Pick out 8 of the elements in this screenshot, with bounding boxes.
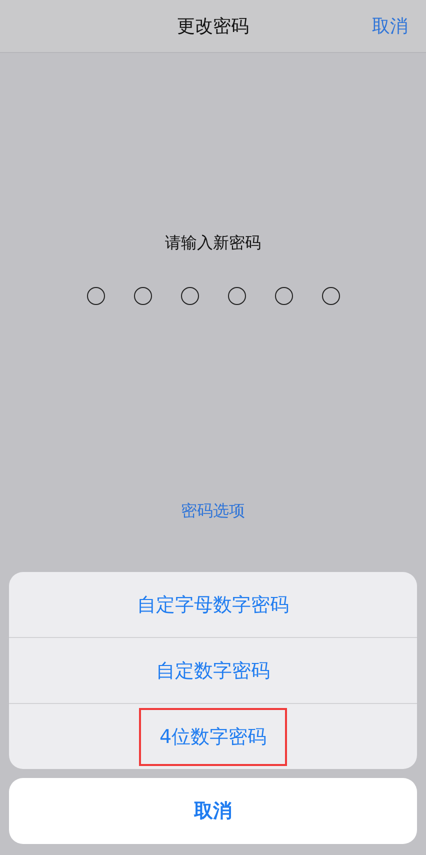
prompt-text: 请输入新密码 xyxy=(165,233,261,254)
sheet-cancel-button[interactable]: 取消 xyxy=(9,778,417,844)
screen-title: 更改密码 xyxy=(177,15,249,38)
passcode-options-link[interactable]: 密码选项 xyxy=(181,501,245,522)
sheet-option[interactable]: 4位数字密码 xyxy=(139,708,287,766)
cancel-button[interactable]: 取消 xyxy=(372,14,408,38)
sheet-option[interactable]: 自定字母数字密码 xyxy=(119,576,307,634)
sheet-option[interactable]: 自定数字密码 xyxy=(138,642,288,700)
